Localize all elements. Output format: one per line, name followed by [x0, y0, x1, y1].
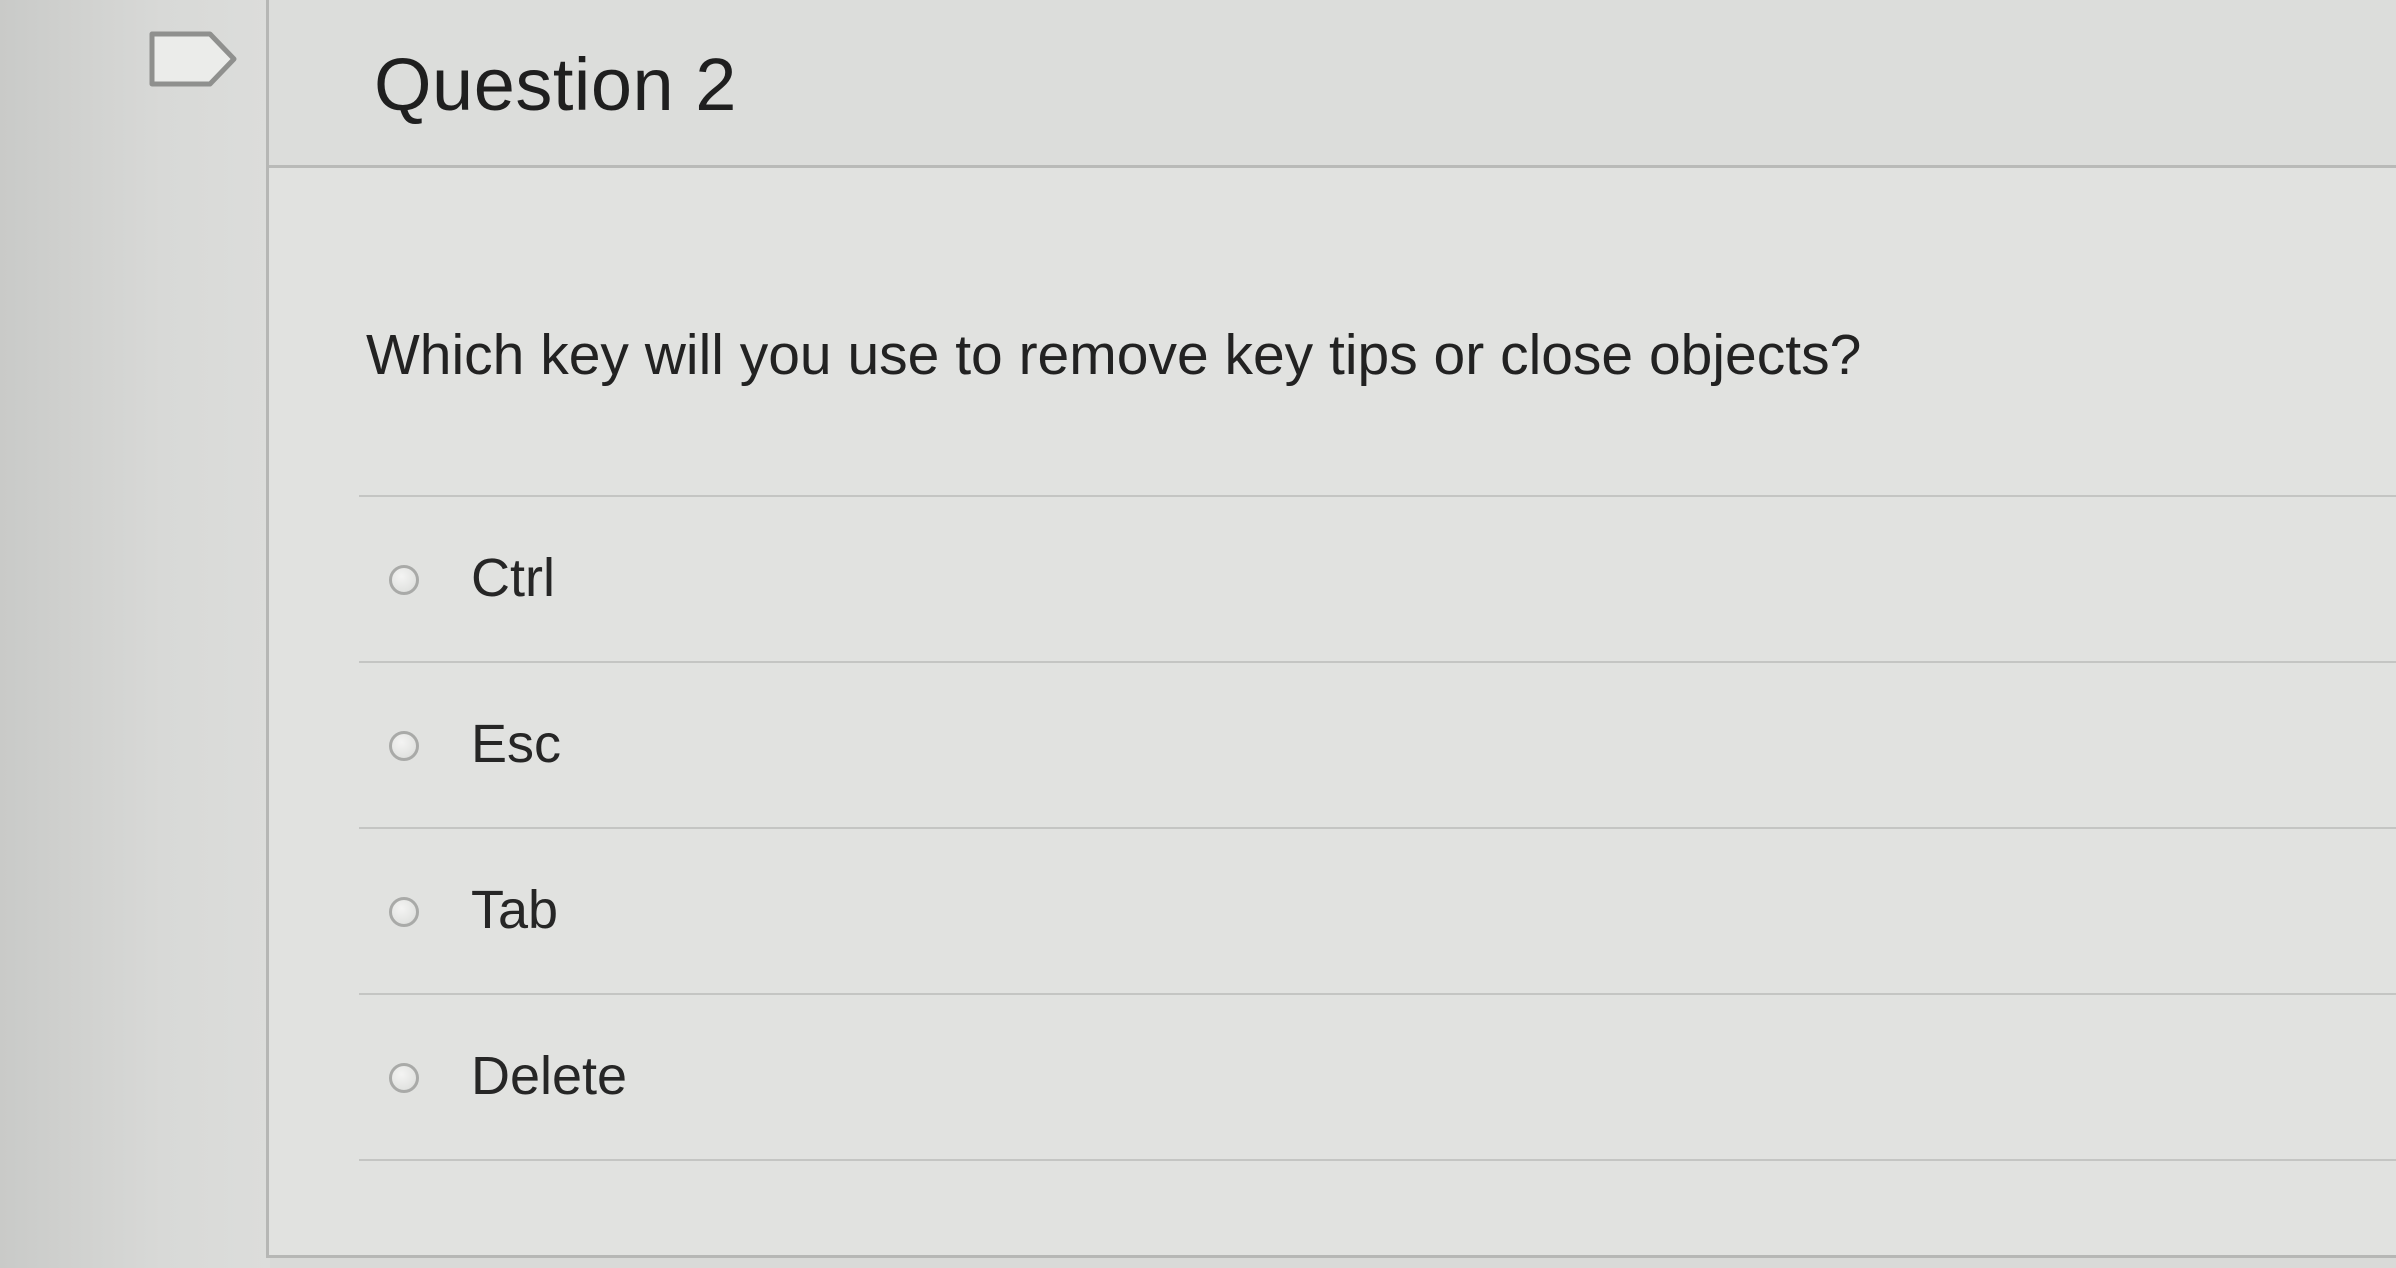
answer-option-esc[interactable]: Esc	[359, 663, 2396, 829]
flag-question-icon[interactable]	[148, 30, 240, 88]
question-card: Question 2 Which key will you use to rem…	[266, 0, 2396, 1258]
answer-label: Tab	[471, 880, 559, 940]
left-gutter	[0, 0, 270, 1268]
question-header: Question 2	[269, 0, 2396, 168]
answer-option-delete[interactable]: Delete	[359, 995, 2396, 1161]
radio-button[interactable]	[389, 897, 419, 927]
answer-list: Ctrl Esc Tab Delete	[359, 495, 2396, 1161]
radio-button[interactable]	[389, 731, 419, 761]
answer-option-ctrl[interactable]: Ctrl	[359, 497, 2396, 663]
answer-label: Esc	[471, 714, 562, 774]
radio-button[interactable]	[389, 565, 419, 595]
radio-button[interactable]	[389, 1063, 419, 1093]
answer-label: Delete	[471, 1046, 628, 1106]
answer-label: Ctrl	[471, 548, 555, 608]
question-title: Question 2	[374, 43, 737, 126]
answer-option-tab[interactable]: Tab	[359, 829, 2396, 995]
question-prompt: Which key will you use to remove key tip…	[366, 323, 1862, 387]
